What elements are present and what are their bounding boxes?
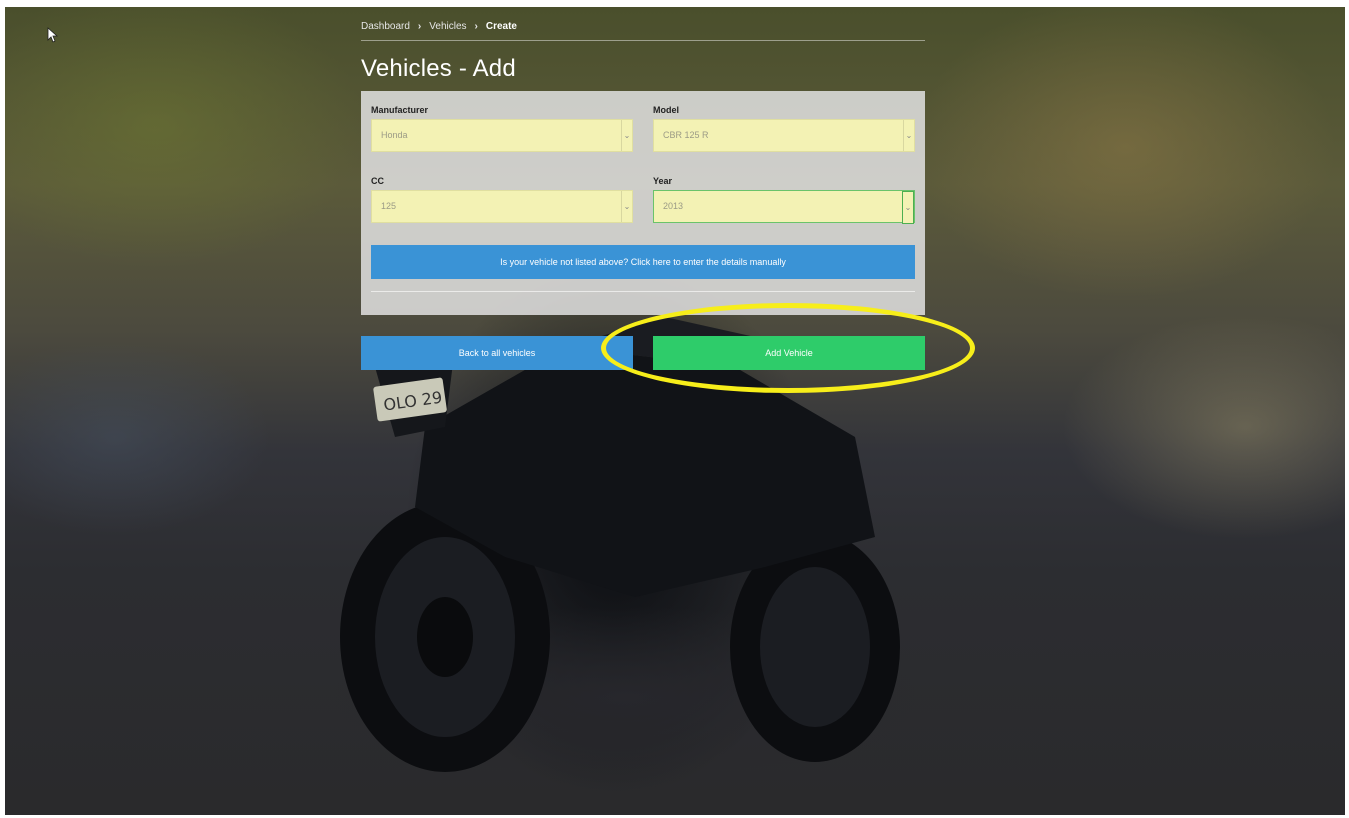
motorcycle-background-image: OLO 29: [340, 317, 900, 772]
panel-divider: [371, 291, 915, 292]
breadcrumb-item-dashboard[interactable]: Dashboard: [361, 21, 410, 32]
svg-text:OLO 29: OLO 29: [382, 388, 443, 415]
breadcrumb: Dashboard › Vehicles › Create: [361, 21, 517, 32]
year-label: Year: [653, 176, 673, 186]
cc-value: 125: [381, 201, 397, 211]
mouse-pointer-icon: [47, 27, 59, 43]
cc-select[interactable]: 125 ⌄: [371, 190, 633, 223]
manufacturer-select[interactable]: Honda ⌄: [371, 119, 633, 152]
breadcrumb-separator-icon: ›: [417, 21, 422, 32]
model-value: CBR 125 R: [663, 130, 709, 140]
chevron-down-icon: ⌄: [902, 191, 914, 224]
chevron-down-icon: ⌄: [903, 120, 914, 151]
breadcrumb-current: Create: [485, 21, 517, 32]
manufacturer-value: Honda: [381, 130, 408, 140]
header-divider: [361, 40, 925, 41]
page-title: Vehicles - Add: [361, 55, 516, 82]
back-to-vehicles-button[interactable]: Back to all vehicles: [361, 336, 633, 370]
vehicle-form-panel: Manufacturer Honda ⌄ Model CBR 125 R ⌄ C…: [361, 91, 925, 315]
page-background: OLO 29 Dashboard › Vehicles › Create Vehicle…: [5, 7, 1345, 815]
breadcrumb-separator-icon: ›: [474, 21, 478, 32]
chevron-down-icon: ⌄: [621, 120, 632, 151]
manual-entry-button[interactable]: Is your vehicle not listed above? Click …: [371, 245, 915, 279]
year-value: 2013: [663, 201, 684, 211]
model-select[interactable]: CBR 125 R ⌄: [653, 119, 915, 152]
chevron-down-icon: ⌄: [621, 191, 632, 222]
model-label: Model: [653, 105, 679, 115]
add-vehicle-button[interactable]: Add Vehicle: [653, 336, 925, 370]
manufacturer-label: Manufacturer: [371, 105, 429, 115]
year-select[interactable]: 2013 ⌄: [653, 190, 915, 224]
breadcrumb-item-vehicles[interactable]: Vehicles: [429, 21, 466, 32]
cc-label: CC: [371, 176, 384, 186]
